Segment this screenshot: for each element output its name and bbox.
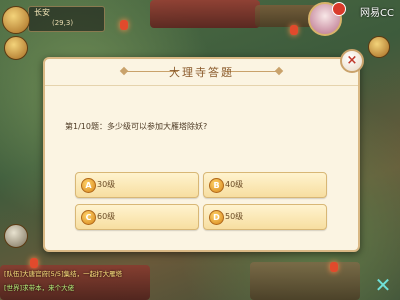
chat-line[interactable]: [队伍]大唐官府[5/5]集结，一起打大雁塔 [4,268,122,278]
minimap-button[interactable] [2,6,30,34]
lantern-icon [290,25,298,35]
lantern-icon [30,258,38,268]
option-label: 30级 [97,180,116,189]
answer-option-a[interactable]: A 30级 [75,172,199,198]
voice-button[interactable] [4,224,28,248]
notification-badge [332,2,346,16]
building-roof [250,262,360,300]
dialog-title: 大理寺答题 [169,66,234,79]
activity-button[interactable] [368,36,390,58]
option-letter-a-icon: A [81,178,96,193]
question-text: 第1/10题：多少级可以参加大雁塔除妖? [65,122,208,131]
option-label: 60级 [97,212,116,221]
option-label: 40级 [225,180,244,189]
watermark-text: 网易CC [360,8,394,19]
menu-button[interactable] [4,36,28,60]
lantern-icon [330,262,338,272]
option-letter-b-icon: B [209,178,224,193]
location-coords: (29,3) [52,19,74,27]
option-letter-c-icon: C [81,210,96,225]
location-name: 长安 [34,8,50,17]
close-button[interactable]: × [340,49,364,73]
chat-line[interactable]: [世界]求带本，来个大佬 [4,282,74,292]
pagoda-roof [150,0,260,28]
lantern-icon [120,20,128,30]
dialog-title-bar: 大理寺答题 [45,59,358,86]
answer-option-c[interactable]: C 60级 [75,204,199,230]
option-label: 50级 [225,212,244,221]
close-icon: × [346,53,358,68]
crossed-swords-icon[interactable]: ✕ [372,274,394,296]
quiz-dialog: 大理寺答题 × 第1/10题：多少级可以参加大雁塔除妖? A 30级 B 40级… [43,49,364,252]
answer-option-d[interactable]: D 50级 [203,204,327,230]
option-letter-d-icon: D [209,210,224,225]
answer-option-b[interactable]: B 40级 [203,172,327,198]
